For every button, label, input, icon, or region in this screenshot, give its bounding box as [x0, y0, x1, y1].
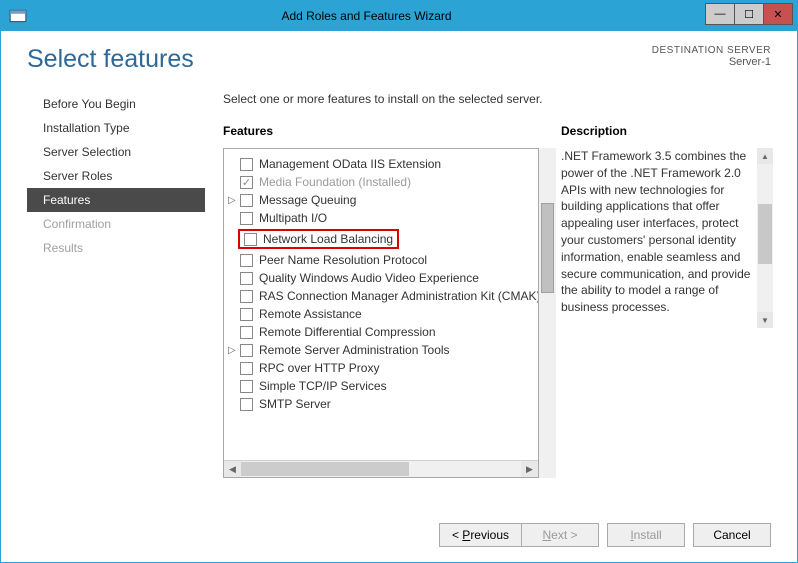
- description-scrollbar[interactable]: ▲ ▼: [757, 148, 773, 328]
- feature-checkbox[interactable]: [240, 194, 253, 207]
- desc-scroll-thumb[interactable]: [758, 204, 772, 264]
- horizontal-scrollbar[interactable]: ◀ ▶: [224, 460, 538, 477]
- feature-checkbox[interactable]: [240, 212, 253, 225]
- app-icon: [9, 7, 27, 25]
- features-tree[interactable]: Management OData IIS Extension Media Foun…: [223, 148, 539, 478]
- nav-item-before-you-begin[interactable]: Before You Begin: [27, 92, 205, 116]
- hscroll-thumb[interactable]: [241, 462, 409, 476]
- previous-button[interactable]: < Previous: [439, 523, 521, 547]
- feature-checkbox[interactable]: [240, 308, 253, 321]
- feature-checkbox[interactable]: [240, 176, 253, 189]
- feature-label: SMTP Server: [259, 397, 331, 411]
- install-button[interactable]: Install: [607, 523, 685, 547]
- close-button[interactable]: ✕: [763, 3, 793, 25]
- window-title: Add Roles and Features Wizard: [27, 9, 706, 23]
- destination-label: DESTINATION SERVER: [652, 45, 771, 56]
- nav-item-features[interactable]: Features: [27, 188, 205, 212]
- feature-checkbox[interactable]: [240, 290, 253, 303]
- feature-label: Remote Server Administration Tools: [259, 343, 450, 357]
- scroll-left-button[interactable]: ◀: [224, 461, 241, 477]
- feature-item[interactable]: Quality Windows Audio Video Experience: [226, 269, 536, 287]
- destination-server: Server-1: [652, 56, 771, 68]
- feature-checkbox[interactable]: [240, 272, 253, 285]
- instruction-text: Select one or more features to install o…: [223, 92, 771, 106]
- feature-item[interactable]: RPC over HTTP Proxy: [226, 359, 536, 377]
- feature-label: Simple TCP/IP Services: [259, 379, 387, 393]
- scroll-right-button[interactable]: ▶: [521, 461, 538, 477]
- feature-item[interactable]: Remote Assistance: [226, 305, 536, 323]
- feature-label: Network Load Balancing: [263, 232, 393, 246]
- nav-item-server-roles[interactable]: Server Roles: [27, 164, 205, 188]
- feature-checkbox[interactable]: [240, 254, 253, 267]
- feature-item[interactable]: ▷ Remote Server Administration Tools: [226, 341, 536, 359]
- feature-item[interactable]: Simple TCP/IP Services: [226, 377, 536, 395]
- features-header: Features: [223, 124, 539, 138]
- feature-item[interactable]: Network Load Balancing: [226, 227, 536, 251]
- feature-label: Message Queuing: [259, 193, 356, 207]
- feature-checkbox[interactable]: [240, 326, 253, 339]
- expand-icon[interactable]: ▷: [228, 195, 240, 206]
- feature-item[interactable]: SMTP Server: [226, 395, 536, 413]
- maximize-button[interactable]: ☐: [734, 3, 764, 25]
- desc-scroll-up[interactable]: ▲: [757, 148, 773, 164]
- desc-scroll-down[interactable]: ▼: [757, 312, 773, 328]
- feature-checkbox[interactable]: [240, 380, 253, 393]
- vscroll-thumb[interactable]: [541, 203, 554, 293]
- next-button[interactable]: Next >: [521, 523, 599, 547]
- nav-item-installation-type[interactable]: Installation Type: [27, 116, 205, 140]
- feature-label: Multipath I/O: [259, 211, 327, 225]
- page-title: Select features: [27, 45, 194, 74]
- feature-label: Quality Windows Audio Video Experience: [259, 271, 479, 285]
- feature-checkbox[interactable]: [244, 233, 257, 246]
- description-text: .NET Framework 3.5 combines the power of…: [561, 148, 771, 316]
- feature-label: RAS Connection Manager Administration Ki…: [259, 289, 539, 303]
- feature-label: Media Foundation (Installed): [259, 175, 411, 189]
- expand-icon[interactable]: ▷: [228, 345, 240, 356]
- feature-checkbox[interactable]: [240, 398, 253, 411]
- cancel-button[interactable]: Cancel: [693, 523, 771, 547]
- nav-item-server-selection[interactable]: Server Selection: [27, 140, 205, 164]
- feature-item[interactable]: Peer Name Resolution Protocol: [226, 251, 536, 269]
- wizard-nav: Before You BeginInstallation TypeServer …: [27, 92, 205, 478]
- feature-label: Remote Assistance: [259, 307, 362, 321]
- feature-checkbox[interactable]: [240, 362, 253, 375]
- feature-item[interactable]: Management OData IIS Extension: [226, 155, 536, 173]
- feature-item[interactable]: Media Foundation (Installed): [226, 173, 536, 191]
- feature-label: RPC over HTTP Proxy: [259, 361, 379, 375]
- minimize-button[interactable]: —: [705, 3, 735, 25]
- feature-checkbox[interactable]: [240, 344, 253, 357]
- feature-item[interactable]: RAS Connection Manager Administration Ki…: [226, 287, 536, 305]
- description-header: Description: [561, 124, 771, 138]
- titlebar: Add Roles and Features Wizard — ☐ ✕: [1, 1, 797, 31]
- feature-label: Remote Differential Compression: [259, 325, 436, 339]
- feature-label: Management OData IIS Extension: [259, 157, 441, 171]
- wizard-window: Add Roles and Features Wizard — ☐ ✕ Sele…: [0, 0, 798, 563]
- feature-item[interactable]: ▷ Message Queuing: [226, 191, 536, 209]
- nav-item-results: Results: [27, 236, 205, 260]
- feature-item[interactable]: Multipath I/O: [226, 209, 536, 227]
- feature-item[interactable]: Remote Differential Compression: [226, 323, 536, 341]
- feature-checkbox[interactable]: [240, 158, 253, 171]
- vertical-scrollbar[interactable]: [539, 148, 556, 478]
- nav-item-confirmation: Confirmation: [27, 212, 205, 236]
- feature-label: Peer Name Resolution Protocol: [259, 253, 427, 267]
- destination-info: DESTINATION SERVER Server-1: [652, 45, 771, 68]
